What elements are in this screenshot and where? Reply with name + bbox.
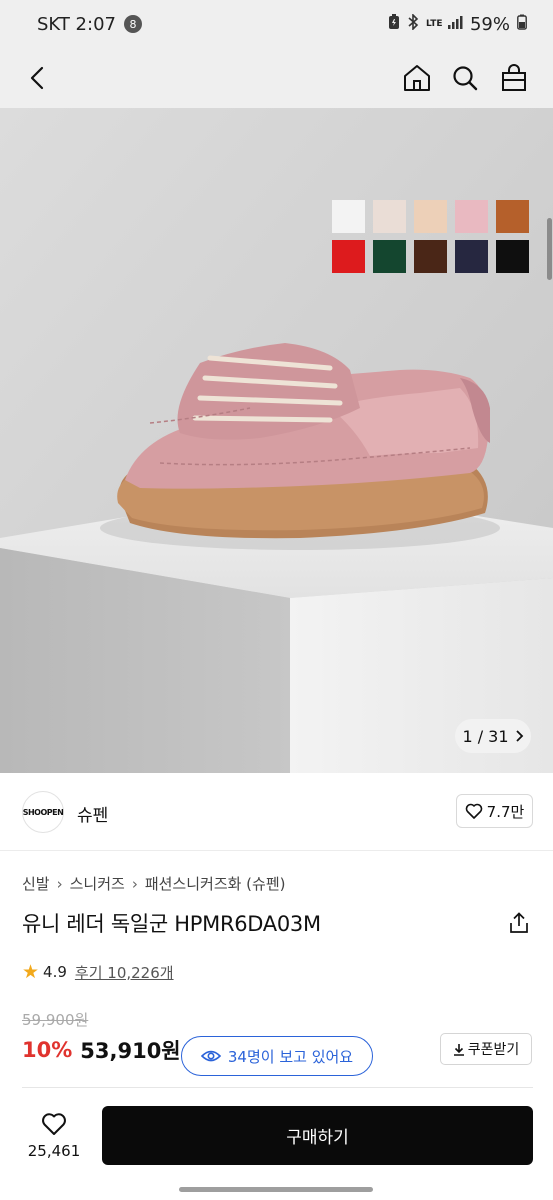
rating-score: 4.9 bbox=[43, 963, 67, 981]
chevron-right-icon: › bbox=[131, 874, 138, 893]
back-button[interactable] bbox=[18, 58, 58, 98]
home-indicator[interactable] bbox=[179, 1187, 373, 1192]
notification-count-badge: 8 bbox=[123, 15, 142, 33]
back-arrow-icon bbox=[30, 66, 44, 90]
review-count-link[interactable]: 후기 10,226개 bbox=[75, 962, 174, 983]
search-icon bbox=[453, 66, 478, 91]
cart-button[interactable] bbox=[494, 58, 534, 98]
download-icon bbox=[453, 1043, 464, 1056]
price-row: 10% 53,910원 bbox=[22, 1035, 181, 1065]
coupon-download-button[interactable]: 쿠폰받기 bbox=[440, 1033, 532, 1065]
product-image-carousel[interactable]: 1 / 31 bbox=[0, 108, 553, 773]
color-swatch bbox=[496, 200, 529, 233]
scrollbar-thumb[interactable] bbox=[547, 218, 552, 280]
coupon-label: 쿠폰받기 bbox=[467, 1042, 520, 1058]
brand-row: SHOOPEN 슈펜 7.7만 bbox=[0, 773, 553, 851]
color-swatch bbox=[332, 240, 365, 273]
image-counter-button[interactable]: 1 / 31 bbox=[455, 719, 531, 753]
chevron-right-icon bbox=[515, 730, 523, 742]
product-title: 유니 레더 독일군 HPMR6DA03M bbox=[22, 912, 321, 936]
eye-icon bbox=[200, 1050, 221, 1062]
status-left: SKT 2:07 8 bbox=[37, 14, 142, 35]
viewer-count-badge: 34명이 보고 있어요 bbox=[181, 1036, 373, 1076]
color-swatch bbox=[496, 240, 529, 273]
share-icon bbox=[510, 912, 528, 933]
search-button[interactable] bbox=[445, 58, 485, 98]
status-right: LTE 59% bbox=[388, 13, 527, 35]
carrier-time: SKT 2:07 bbox=[37, 13, 116, 35]
color-swatch bbox=[373, 240, 406, 273]
sale-price: 53,910원 bbox=[80, 1039, 181, 1063]
wishlist-button[interactable]: 25,461 bbox=[16, 1106, 92, 1166]
viewer-count-text: 34명이 보고 있어요 bbox=[227, 1047, 354, 1066]
image-counter: 1 / 31 bbox=[462, 726, 509, 746]
discount-rate: 10% bbox=[22, 1038, 73, 1062]
bottom-action-bar: 25,461 구매하기 bbox=[0, 1094, 553, 1174]
brand-like-count: 7.7만 bbox=[486, 802, 525, 821]
status-bar: SKT 2:07 8 LTE 59% bbox=[0, 0, 553, 48]
network-type: LTE bbox=[425, 18, 443, 29]
color-swatch bbox=[332, 200, 365, 233]
breadcrumb-item[interactable]: 스니커즈 bbox=[70, 873, 125, 894]
wishlist-count: 25,461 bbox=[27, 1142, 81, 1160]
signal-icon bbox=[447, 15, 463, 34]
rating-row: ★ 4.9 후기 10,226개 bbox=[22, 961, 174, 983]
battery-icon bbox=[517, 14, 527, 34]
breadcrumb: 신발 › 스니커즈 › 패션스니커즈화 (슈펜) bbox=[22, 873, 286, 894]
breadcrumb-item[interactable]: 패션스니커즈화 (슈펜) bbox=[145, 873, 286, 894]
battery-percent: 59% bbox=[469, 13, 510, 35]
share-button[interactable] bbox=[506, 910, 532, 936]
breadcrumb-item[interactable]: 신발 bbox=[22, 873, 50, 894]
brand-name[interactable]: 슈펜 bbox=[77, 801, 108, 826]
heart-icon bbox=[42, 1113, 66, 1135]
color-swatch bbox=[455, 240, 488, 273]
bluetooth-icon bbox=[407, 13, 419, 34]
color-swatch bbox=[455, 200, 488, 233]
chevron-right-icon: › bbox=[56, 874, 63, 893]
top-navigation bbox=[0, 48, 553, 108]
shopping-bag-icon bbox=[502, 64, 526, 91]
brand-like-button[interactable]: 7.7만 bbox=[456, 794, 533, 828]
color-swatch bbox=[414, 240, 447, 273]
brand-logo[interactable]: SHOOPEN bbox=[22, 791, 64, 833]
heart-icon bbox=[465, 803, 482, 819]
star-icon: ★ bbox=[22, 961, 40, 983]
original-price: 59,900원 bbox=[22, 1011, 89, 1029]
divider bbox=[22, 1087, 533, 1088]
gesture-navigation-bar bbox=[0, 1174, 553, 1200]
home-icon bbox=[404, 65, 430, 91]
color-swatch-grid bbox=[332, 200, 529, 273]
color-swatch bbox=[414, 200, 447, 233]
color-swatch bbox=[373, 200, 406, 233]
buy-button[interactable]: 구매하기 bbox=[102, 1106, 533, 1165]
home-button[interactable] bbox=[397, 58, 437, 98]
battery-saver-icon bbox=[388, 14, 400, 34]
